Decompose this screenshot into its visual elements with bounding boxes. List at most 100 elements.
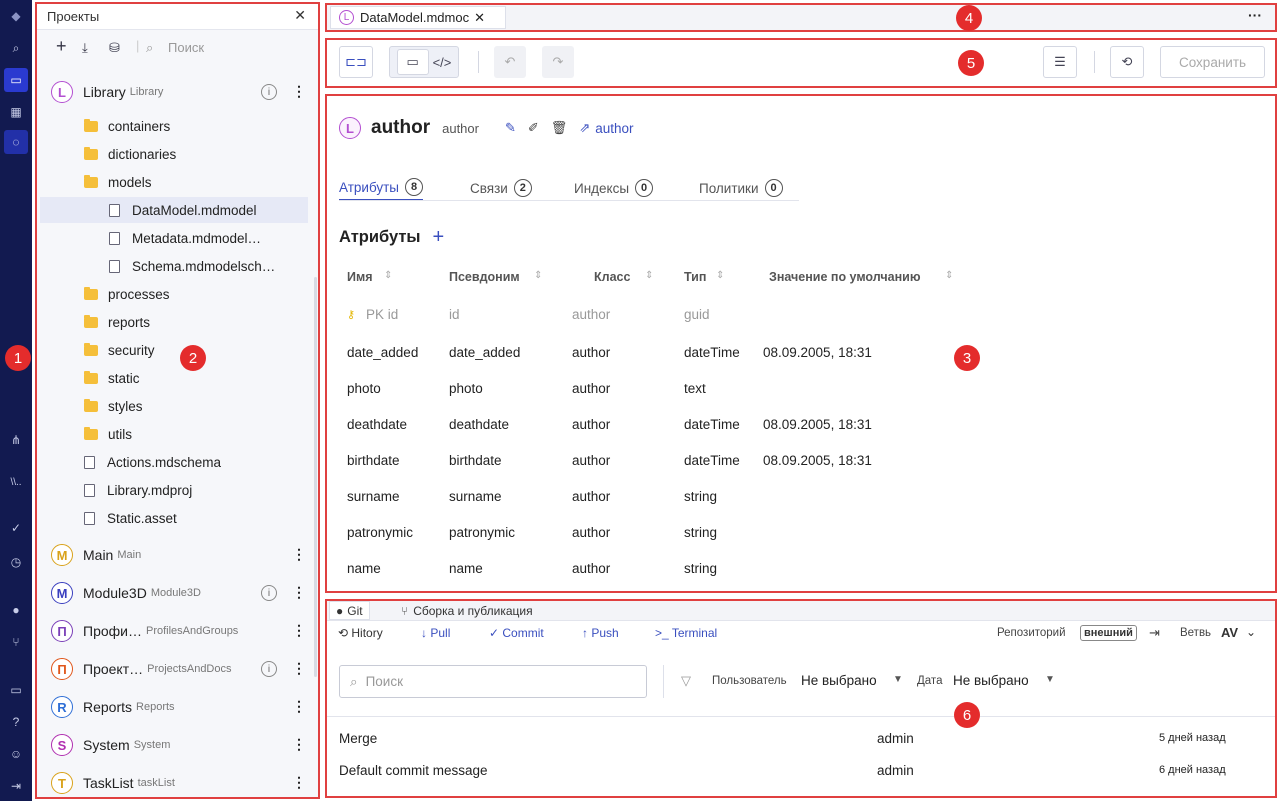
info-icon[interactable]: i bbox=[261, 585, 277, 601]
clock-icon[interactable]: ◷ bbox=[4, 550, 28, 574]
more-vertical-icon[interactable]: ⋮ bbox=[292, 584, 306, 601]
search-icon[interactable]: ⌕ bbox=[4, 36, 28, 60]
more-vertical-icon[interactable]: ⋮ bbox=[292, 774, 306, 791]
file-item[interactable]: DataModel.mdmodel bbox=[40, 197, 308, 223]
folder-item[interactable]: utils bbox=[40, 421, 308, 447]
column-header[interactable]: Класс bbox=[594, 270, 630, 284]
project-item[interactable]: П Проект… ProjectsAndDocs i ⋮ bbox=[40, 652, 308, 686]
folder-item[interactable]: static bbox=[40, 365, 308, 391]
wand-icon[interactable]: ✎ bbox=[505, 120, 516, 136]
chat-icon[interactable]: ◌ bbox=[4, 130, 28, 154]
column-header[interactable]: Тип bbox=[684, 270, 706, 284]
history-icon[interactable]: ⟲ bbox=[1110, 46, 1144, 78]
project-item[interactable]: T TaskList taskList ⋮ bbox=[40, 766, 308, 800]
redo-icon[interactable]: ↷ bbox=[542, 46, 574, 78]
edit-icon[interactable]: ✐ bbox=[528, 120, 539, 136]
close-icon[interactable]: ✕ bbox=[294, 7, 306, 24]
file-item[interactable]: Static.asset bbox=[40, 505, 308, 531]
folder-item[interactable]: processes bbox=[40, 281, 308, 307]
tab-policies[interactable]: Политики 0 bbox=[699, 175, 783, 201]
form-view-icon[interactable]: ▭ bbox=[396, 49, 429, 75]
project-item[interactable]: S System System ⋮ bbox=[40, 728, 308, 762]
file-item[interactable]: Library.mdproj bbox=[40, 477, 308, 503]
folder-item[interactable]: security bbox=[40, 337, 308, 363]
more-vertical-icon[interactable]: ⋮ bbox=[292, 736, 306, 753]
commit-button[interactable]: ✓ Commit bbox=[489, 626, 544, 640]
check-icon[interactable]: ✓ bbox=[4, 516, 28, 540]
login-icon[interactable]: ⇥ bbox=[1149, 625, 1160, 641]
sort-icon[interactable]: ⇕ bbox=[645, 270, 653, 281]
code-view-icon[interactable]: </> bbox=[433, 55, 452, 70]
project-item[interactable]: R Reports Reports ⋮ bbox=[40, 690, 308, 724]
help-icon[interactable]: ? bbox=[4, 710, 28, 734]
history-button[interactable]: ⟲ Hitory bbox=[338, 626, 383, 640]
tab-build[interactable]: ⑂ Сборка и публикация bbox=[401, 601, 533, 620]
apps-grid-icon[interactable]: ▦ bbox=[4, 100, 28, 124]
tab-attributes[interactable]: Атрибуты 8 bbox=[339, 175, 424, 201]
database-icon[interactable]: ⛁ bbox=[109, 40, 120, 56]
more-vertical-icon[interactable]: ⋮ bbox=[292, 546, 306, 563]
caret-down-icon[interactable]: ▼ bbox=[1045, 674, 1055, 685]
sort-icon[interactable]: ⇕ bbox=[534, 270, 542, 281]
chevron-down-icon[interactable]: ⌄ bbox=[1246, 625, 1256, 639]
split-view-icon[interactable]: ⊏⊐ bbox=[339, 46, 373, 78]
caret-down-icon[interactable]: ▼ bbox=[893, 674, 903, 685]
tab-git[interactable]: ● Git bbox=[329, 601, 370, 620]
table-row[interactable] bbox=[326, 299, 1276, 333]
folder-item[interactable]: models bbox=[40, 169, 308, 195]
info-icon[interactable]: i bbox=[261, 84, 277, 100]
external-link-icon[interactable]: ⇗ bbox=[579, 120, 590, 136]
user-icon[interactable]: ☺ bbox=[4, 742, 28, 766]
undo-icon[interactable]: ↶ bbox=[494, 46, 526, 78]
more-vertical-icon[interactable]: ⋮ bbox=[292, 660, 306, 677]
logout-icon[interactable]: ⇥ bbox=[4, 774, 28, 798]
file-item[interactable]: Schema.mdmodelsch… bbox=[40, 253, 308, 279]
column-header[interactable]: Значение по умолчанию bbox=[769, 270, 921, 284]
file-tab[interactable]: L DataModel.mdmoc ✕ bbox=[330, 6, 506, 29]
add-attribute-button[interactable]: + bbox=[433, 226, 445, 249]
github-icon[interactable]: ● bbox=[4, 598, 28, 622]
pull-button[interactable]: ↓ Pull bbox=[421, 626, 450, 640]
tab-relations[interactable]: Связи 2 bbox=[470, 175, 532, 201]
folder-item[interactable]: styles bbox=[40, 393, 308, 419]
sort-icon[interactable]: ⇕ bbox=[384, 270, 392, 281]
tab-indexes[interactable]: Индексы 0 bbox=[574, 175, 654, 201]
branch-value[interactable]: AV bbox=[1221, 625, 1238, 640]
more-vertical-icon[interactable]: ⋮ bbox=[292, 622, 306, 639]
user-filter-select[interactable]: Не выбрано bbox=[801, 673, 877, 688]
push-button[interactable]: ↑ Push bbox=[582, 626, 619, 640]
close-icon[interactable]: ✕ bbox=[474, 10, 485, 26]
more-icon[interactable]: ··· bbox=[1248, 7, 1262, 23]
branch-icon[interactable]: ⑂ bbox=[4, 630, 28, 654]
project-item[interactable]: M Main Main ⋮ bbox=[40, 538, 308, 572]
commit-row[interactable] bbox=[326, 725, 1276, 755]
column-header[interactable]: Псевдоним bbox=[449, 270, 520, 284]
terminal-button[interactable]: >_ Terminal bbox=[655, 626, 717, 640]
git-search-input[interactable]: ⌕ Поиск bbox=[339, 665, 647, 698]
file-item[interactable]: Metadata.mdmodel… bbox=[40, 225, 308, 251]
more-vertical-icon[interactable]: ⋮ bbox=[292, 83, 306, 100]
folder-item[interactable]: reports bbox=[40, 309, 308, 335]
project-item[interactable]: M Module3D Module3D i ⋮ bbox=[40, 576, 308, 610]
trash-icon[interactable]: 🗑 bbox=[551, 120, 568, 136]
entity-link[interactable]: author bbox=[595, 121, 633, 136]
project-item[interactable]: L Library Library i ⋮ bbox=[40, 75, 308, 109]
monitor-icon[interactable]: ▭ bbox=[4, 678, 28, 702]
column-header[interactable]: Имя bbox=[347, 270, 373, 284]
projects-search-input[interactable]: Поиск bbox=[168, 40, 204, 55]
info-icon[interactable]: i bbox=[261, 661, 277, 677]
scrollbar[interactable] bbox=[314, 277, 317, 677]
add-icon[interactable]: + bbox=[56, 36, 67, 57]
settings-sliders-icon[interactable]: ☰ bbox=[1043, 46, 1077, 78]
more-vertical-icon[interactable]: ⋮ bbox=[292, 698, 306, 715]
file-item[interactable]: Actions.mdschema bbox=[40, 449, 308, 475]
path-icon[interactable]: \\.. bbox=[4, 470, 28, 494]
folder-icon[interactable]: ▭ bbox=[4, 68, 28, 92]
project-item[interactable]: П Профи… ProfilesAndGroups ⋮ bbox=[40, 614, 308, 648]
sort-icon[interactable]: ⇕ bbox=[945, 270, 953, 281]
folder-item[interactable]: containers bbox=[40, 113, 308, 139]
folder-item[interactable]: dictionaries bbox=[40, 141, 308, 167]
date-filter-select[interactable]: Не выбрано bbox=[953, 673, 1029, 688]
download-icon[interactable]: ⤓ bbox=[82, 40, 88, 56]
sort-icon[interactable]: ⇕ bbox=[716, 270, 724, 281]
